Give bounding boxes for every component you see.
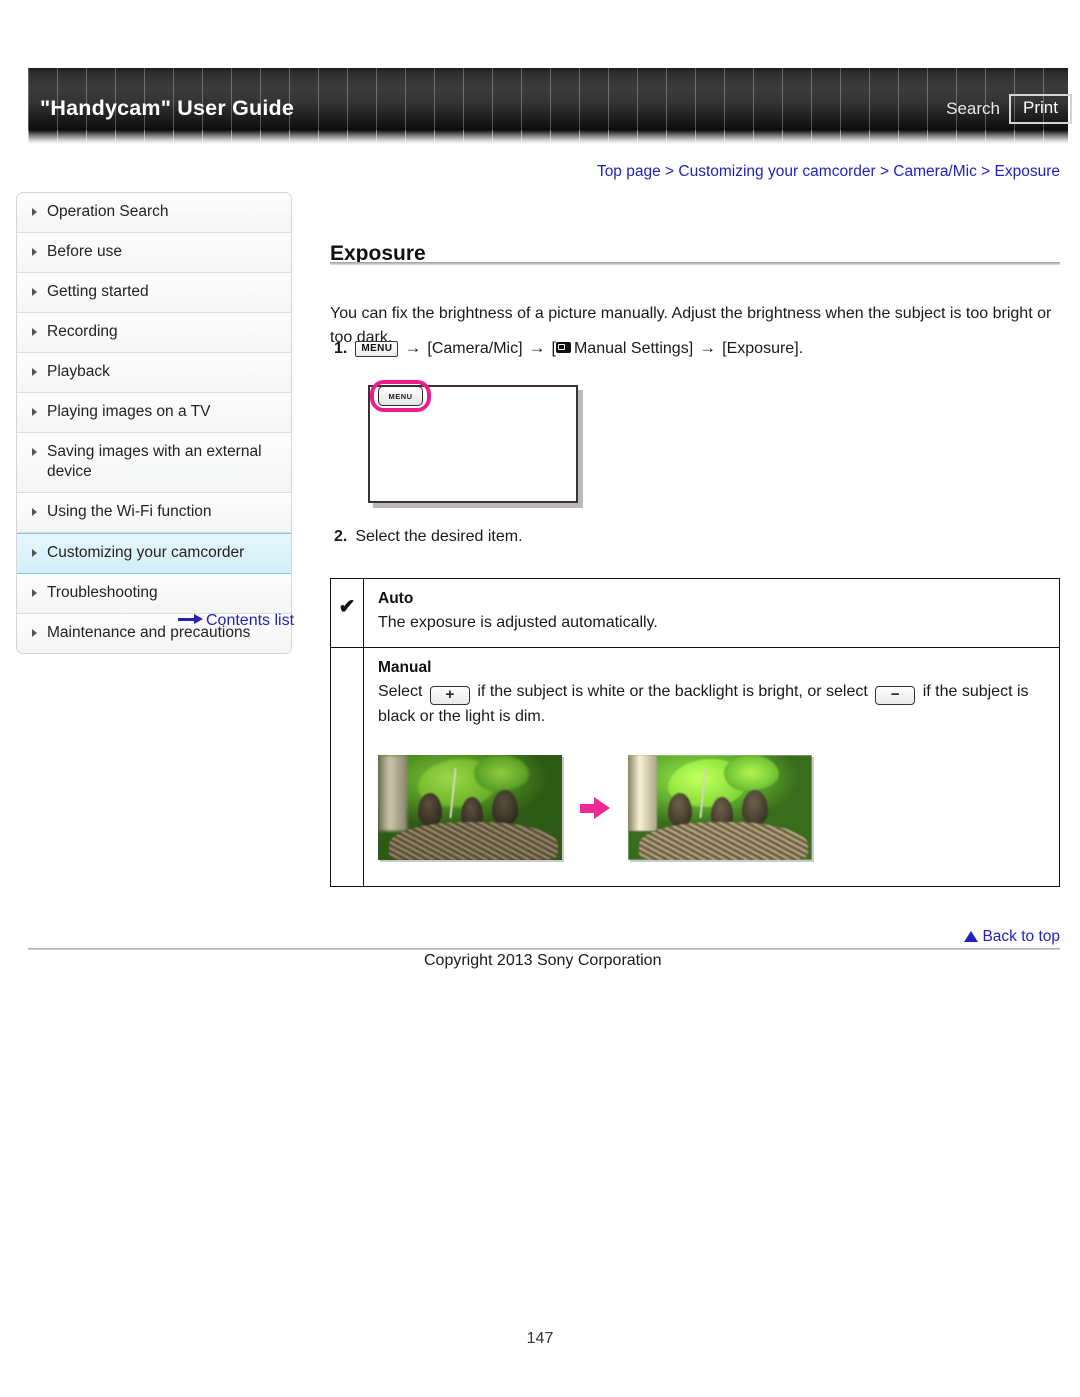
sidebar-item-label: Using the Wi-Fi function [47,503,212,521]
step-1-exposure: [Exposure]. [722,340,804,357]
site-header-fade [28,130,1068,144]
option-body: Auto The exposure is adjusted automatica… [364,579,1059,647]
table-row[interactable]: Manual Select + if the subject is white … [331,648,1059,886]
sidebar-item-label: Playing images on a TV [47,402,211,420]
search-button[interactable]: Search [946,99,1000,119]
manual-settings-icon [555,342,571,353]
sidebar-item-playback[interactable]: Playback [17,352,291,393]
bullet-icon [32,629,37,638]
minus-button-icon: − [875,686,916,705]
step-2-text: Select the desired item. [355,528,523,545]
footer-divider [28,948,1060,950]
step-2-number: 2. [334,528,348,545]
sidebar-item-before-use[interactable]: Before use [17,232,291,273]
sidebar-item-label: Getting started [47,282,149,300]
option-name-manual: Manual [378,659,432,676]
sidebar-item-label: Before use [47,242,122,260]
option-body: Manual Select + if the subject is white … [364,648,1059,886]
photo-before-dark [378,755,562,860]
back-to-top-link[interactable]: Back to top [964,928,1060,946]
plus-button-icon: + [429,686,470,705]
sidebar-item-using-wifi-function[interactable]: Using the Wi-Fi function [17,493,291,534]
bullet-icon [32,247,37,256]
triangle-up-icon [964,931,979,942]
arrow-right-icon: → [528,338,546,357]
bullet-icon [32,367,37,376]
bullet-icon [32,407,37,416]
contents-list-link[interactable]: Contents list [178,612,294,630]
photo-after-bright [628,755,812,860]
menu-highlight-ring [370,380,431,412]
arrow-right-icon [178,614,204,624]
sidebar-item-operation-search[interactable]: Operation Search [17,193,291,233]
default-option-check-cell: ✔ [331,579,364,647]
sidebar-item-label: Playback [47,362,110,380]
bullet-icon [32,447,37,456]
step-1-manual-settings: Manual Settings] [573,340,694,357]
sidebar-item-recording[interactable]: Recording [17,312,291,353]
exposure-comparison-photos [378,755,1045,874]
sidebar-nav: Operation Search Before use Getting star… [16,192,292,655]
option-desc-auto: The exposure is adjusted automatically. [378,614,658,631]
manual-desc-part-1: Select [378,683,423,700]
menu-button-icon: MENU [355,341,399,357]
sidebar-item-customizing-your-camcorder[interactable]: Customizing your camcorder [17,533,291,575]
copyright-text: Copyright 2013 Sony Corporation [424,952,662,969]
arrow-right-icon: → [404,338,422,357]
breadcrumb[interactable]: Top page > Customizing your camcorder > … [330,163,1060,181]
step-1-camera-mic: [Camera/Mic] [427,340,523,357]
sidebar-item-troubleshooting[interactable]: Troubleshooting [17,574,291,615]
sidebar-item-label: Saving images with an external device [47,442,262,481]
step-1-instruction: 1. MENU → [Camera/Mic] →[Manual Settings] → [E… [334,338,1054,358]
sidebar-item-label: Operation Search [47,203,169,220]
option-check-cell [331,648,364,886]
back-to-top-label: Back to top [982,928,1060,945]
step-2-instruction: 2. Select the desired item. [334,528,523,546]
exposure-options-table: ✔ Auto The exposure is adjusted automati… [330,578,1060,887]
bullet-icon [32,287,37,296]
sidebar-item-label: Recording [47,322,118,340]
step-1-number: 1. [334,340,348,357]
option-name-auto: Auto [378,590,414,607]
bullet-icon [32,549,37,558]
sidebar-item-label: Customizing your camcorder [47,544,245,562]
page-number: 147 [526,1330,554,1347]
manual-desc-part-2: if the subject is white or the backlight… [477,683,868,700]
bullet-icon [32,508,37,517]
print-button[interactable]: Print [1009,94,1072,124]
bullet-icon [32,208,37,216]
bullet-icon [32,589,37,598]
arrow-right-icon [580,796,610,819]
sidebar-item-playing-images-on-a-tv[interactable]: Playing images on a TV [17,392,291,433]
site-title: "Handycam" User Guide [40,96,295,120]
arrow-right-icon: → [699,338,717,357]
title-divider [330,262,1060,265]
bullet-icon [32,327,37,336]
sidebar-item-saving-images-external-device[interactable]: Saving images with an external device [17,432,291,494]
option-desc-manual: Select + if the subject is white or the … [378,680,1045,729]
sidebar-item-label: Troubleshooting [47,584,158,602]
table-row[interactable]: ✔ Auto The exposure is adjusted automati… [331,579,1059,648]
sidebar-item-getting-started[interactable]: Getting started [17,272,291,313]
contents-list-label: Contents list [206,612,295,629]
check-icon: ✔ [338,596,356,618]
